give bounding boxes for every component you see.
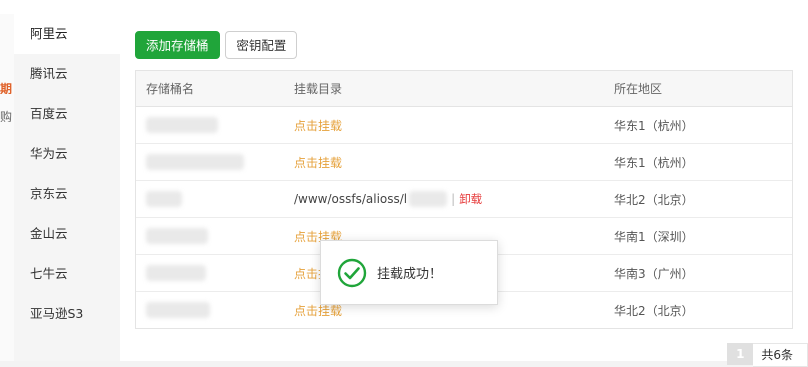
table-header: 存储桶名 挂载目录 所在地区 — [136, 71, 792, 107]
pagination: 1 共6条 — [727, 341, 808, 367]
table-row: /www/ossfs/alioss/l | 卸载 华北2（北京） — [136, 181, 792, 218]
main-content: 添加存储桶 密钥配置 存储桶名 挂载目录 所在地区 点击挂载 华东1（杭州） 点… — [120, 14, 808, 367]
sidebar-item-kingsoft[interactable]: 金山云 — [14, 214, 120, 254]
region-text: 华北2（北京） — [614, 303, 694, 318]
unmount-link[interactable]: 卸载 — [459, 191, 482, 207]
separator: | — [451, 192, 456, 206]
redacted-bucket-name — [146, 228, 208, 244]
header-mount-dir: 挂载目录 — [294, 82, 343, 96]
sidebar-item-aws-s3[interactable]: 亚马逊S3 — [14, 294, 120, 334]
region-text: 华南3（广州） — [614, 266, 694, 281]
toast-message: 挂载成功！ — [377, 267, 443, 282]
add-bucket-button[interactable]: 添加存储桶 — [135, 31, 220, 59]
sidebar-item-tencent[interactable]: 腾讯云 — [14, 54, 120, 94]
background-panel-edge: 期 购 — [0, 14, 14, 361]
header-bucket-name: 存储桶名 — [146, 82, 195, 96]
check-circle-icon — [337, 258, 367, 287]
region-text: 华南1（深圳） — [614, 229, 694, 244]
header-region: 所在地区 — [614, 82, 663, 96]
redacted-bucket-name — [146, 191, 182, 207]
region-text: 华北2（北京） — [614, 192, 694, 207]
region-text: 华东1（杭州） — [614, 118, 694, 133]
sidebar-item-jd[interactable]: 京东云 — [14, 174, 120, 214]
sidebar-item-aliyun[interactable]: 阿里云 — [14, 14, 120, 54]
cloud-provider-sidebar: 阿里云 腾讯云 百度云 华为云 京东云 金山云 七牛云 亚马逊S3 — [14, 14, 120, 361]
redacted-path-suffix — [409, 191, 448, 207]
sidebar-item-baidu[interactable]: 百度云 — [14, 94, 120, 134]
redacted-bucket-name — [146, 265, 206, 281]
redacted-bucket-name — [146, 302, 210, 318]
mount-link[interactable]: 点击挂载 — [294, 154, 342, 171]
edge-text-fragment: 期 — [0, 82, 13, 94]
toolbar: 添加存储桶 密钥配置 — [135, 31, 298, 59]
mount-path-text: /www/ossfs/alioss/l — [294, 192, 408, 206]
redacted-bucket-name — [146, 154, 244, 170]
redacted-bucket-name — [146, 117, 218, 133]
page-total-count: 共6条 — [753, 343, 808, 367]
page-number-current[interactable]: 1 — [727, 343, 754, 365]
table-row: 点击挂载 华东1（杭州） — [136, 107, 792, 144]
table-row: 点击挂载 华东1（杭州） — [136, 144, 792, 181]
region-text: 华东1（杭州） — [614, 155, 694, 170]
top-bar — [0, 0, 808, 15]
mount-link[interactable]: 点击挂载 — [294, 117, 342, 134]
sidebar-item-qiniu[interactable]: 七牛云 — [14, 254, 120, 294]
success-toast: 挂载成功！ — [320, 240, 498, 305]
edge-text-fragment: 购 — [0, 110, 13, 122]
key-config-button[interactable]: 密钥配置 — [225, 31, 298, 59]
sidebar-item-huawei[interactable]: 华为云 — [14, 134, 120, 174]
